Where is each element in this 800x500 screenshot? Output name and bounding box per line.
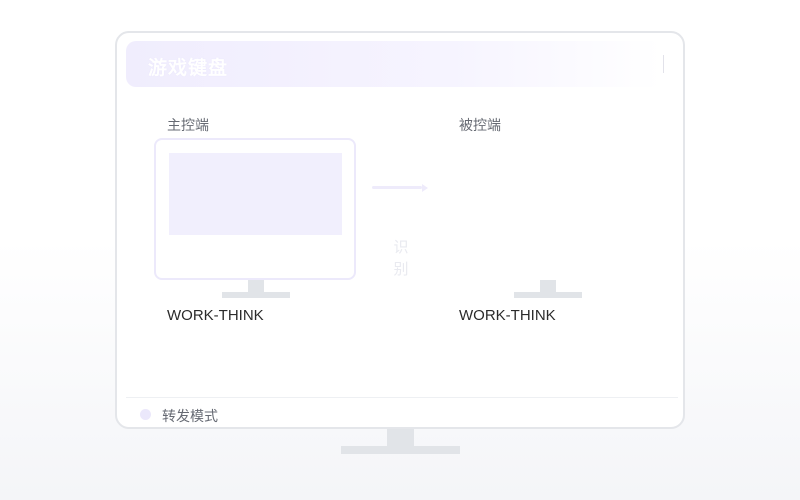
host-label: 主控端 <box>167 117 209 133</box>
forward-mode-label[interactable]: 转发模式 <box>162 406 218 426</box>
client-label: 被控端 <box>459 117 501 133</box>
host-monitor-base <box>222 292 290 298</box>
page-title: 游戏键盘 <box>148 58 229 79</box>
forward-mode-radio[interactable] <box>140 409 151 420</box>
monitor-stand-base <box>341 446 460 454</box>
host-screen-display <box>169 153 342 235</box>
footer-divider <box>126 397 678 398</box>
client-device-name: WORK-THINK <box>459 307 556 324</box>
arrow-right-icon <box>422 184 428 192</box>
host-monitor-icon[interactable] <box>154 138 356 280</box>
title-bar: 游戏键盘 <box>126 41 664 87</box>
monitor-stand-neck <box>387 429 414 447</box>
monitor-frame: 游戏键盘 主控端 被控端 WORK-THINK 识别 WORK-THINK 转发… <box>115 31 685 429</box>
host-device-name: WORK-THINK <box>167 307 264 324</box>
title-divider <box>663 55 664 73</box>
connection-arrow-line <box>372 186 422 189</box>
client-monitor-base <box>514 292 582 298</box>
recognize-status: 识别 <box>393 239 409 278</box>
